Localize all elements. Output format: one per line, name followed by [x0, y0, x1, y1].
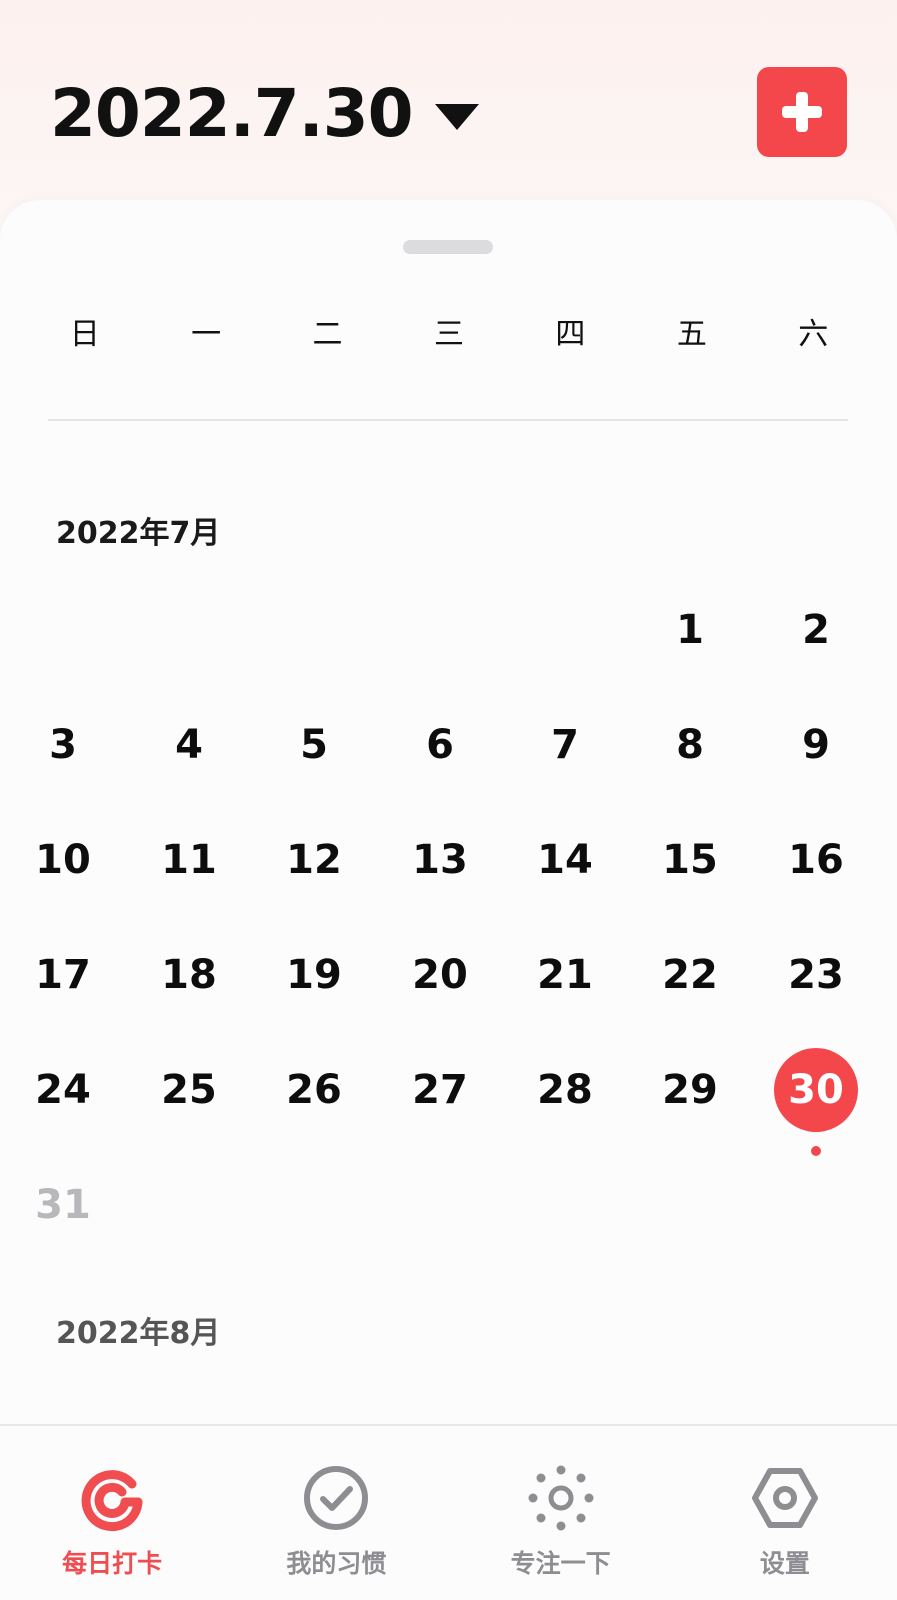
calendar-week-row: 3456789 — [0, 700, 897, 815]
tab-focus[interactable]: 专注一下 — [449, 1426, 673, 1600]
header: 2022.7.30 — [0, 0, 897, 200]
calendar-day[interactable]: 15 — [645, 815, 735, 905]
calendar-day[interactable]: 23 — [771, 930, 861, 1020]
calendar-day[interactable]: 18 — [144, 930, 234, 1020]
calendar-day[interactable]: 22 — [645, 930, 735, 1020]
calendar-day[interactable]: 16 — [771, 815, 861, 905]
calendar-week-row: 12 — [0, 585, 897, 700]
calendar-day[interactable]: 14 — [520, 815, 610, 905]
calendar-day[interactable]: 7 — [520, 700, 610, 790]
calendar-sheet: 日 一 二 三 四 五 六 2022年7月 1 2 3 4 5 6 7 8 9 10 11 12 13 1… — [0, 200, 897, 1425]
tab-my-habits[interactable]: 我的习惯 — [224, 1426, 448, 1600]
calendar-day[interactable]: 4 — [144, 700, 234, 790]
calendar-day[interactable]: 11 — [144, 815, 234, 905]
calendar-day[interactable]: 20 — [395, 930, 485, 1020]
calendar-day[interactable]: 27 — [395, 1045, 485, 1135]
calendar-day[interactable]: 8 — [645, 700, 735, 790]
calendar-day[interactable]: 31 — [18, 1160, 108, 1250]
weekday-wed: 三 — [433, 317, 464, 352]
month-label-july: 2022年7月 — [56, 516, 221, 551]
tab-label: 设置 — [759, 1549, 810, 1578]
tab-daily-checkin[interactable]: 每日打卡 — [0, 1426, 224, 1600]
calendar-day[interactable]: 29 — [645, 1045, 735, 1135]
calendar-day[interactable]: 26 — [269, 1045, 359, 1135]
calendar-week-row: 10 11 12 13 14 15 16 — [0, 815, 897, 930]
calendar-day[interactable]: 1 — [645, 585, 735, 675]
check-circle-icon — [304, 1466, 369, 1530]
weekday-tue: 二 — [312, 317, 343, 352]
weekday-header: 日 一 二 三 四 五 六 — [24, 310, 874, 360]
plus-icon-vertical — [796, 92, 808, 132]
checkin-icon — [81, 1470, 143, 1532]
calendar-day[interactable]: 13 — [395, 815, 485, 905]
calendar-day[interactable]: 25 — [144, 1045, 234, 1135]
date-picker[interactable]: 2022.7.30 — [50, 78, 479, 150]
calendar-day[interactable]: 28 — [520, 1045, 610, 1135]
calendar-week-row: 17 18 19 20 21 22 23 — [0, 930, 897, 1045]
calendar-day[interactable]: 21 — [520, 930, 610, 1020]
tab-label: 每日打卡 — [62, 1549, 163, 1578]
calendar-day-selected[interactable]: 30 — [774, 1048, 858, 1132]
drag-handle[interactable] — [403, 240, 493, 254]
calendar-grid: 1 2 3 4 5 6 7 8 9 10 11 12 13 14 15 16 17 18 19 20 21 22 23 24 2… — [0, 585, 897, 1275]
weekday-sun: 日 — [69, 317, 100, 352]
add-button[interactable] — [757, 67, 847, 157]
tab-bar: 每日打卡 我的习惯 专注一下 设置 — [0, 1426, 897, 1600]
weekday-fri: 五 — [676, 317, 707, 352]
calendar-week-row: 31 — [0, 1160, 897, 1275]
tab-settings[interactable]: 设置 — [673, 1426, 897, 1600]
calendar-day[interactable]: 17 — [18, 930, 108, 1020]
calendar-week-row: 24 25 26 27 28 29 30 — [0, 1045, 897, 1160]
date-title: 2022.7.30 — [50, 75, 414, 152]
focus-dots-icon — [528, 1465, 594, 1531]
calendar-day[interactable]: 9 — [771, 700, 861, 790]
calendar-day[interactable]: 5 — [269, 700, 359, 790]
calendar-day[interactable]: 6 — [395, 700, 485, 790]
calendar-day[interactable]: 19 — [269, 930, 359, 1020]
tab-label: 专注一下 — [510, 1549, 611, 1578]
caret-down-icon — [434, 104, 479, 130]
today-dot-indicator — [811, 1146, 821, 1156]
calendar-day[interactable]: 2 — [771, 585, 861, 675]
calendar-day[interactable]: 12 — [269, 815, 359, 905]
month-label-august: 2022年8月 — [56, 1316, 221, 1351]
weekday-thu: 四 — [555, 317, 586, 352]
calendar-day[interactable]: 24 — [18, 1045, 108, 1135]
weekday-sat: 六 — [798, 317, 829, 352]
weekday-mon: 一 — [191, 317, 222, 352]
calendar-day[interactable]: 3 — [18, 700, 108, 790]
calendar-day[interactable]: 10 — [18, 815, 108, 905]
settings-hexagon-icon — [751, 1468, 818, 1528]
divider — [48, 419, 848, 421]
tab-label: 我的习惯 — [286, 1549, 387, 1578]
